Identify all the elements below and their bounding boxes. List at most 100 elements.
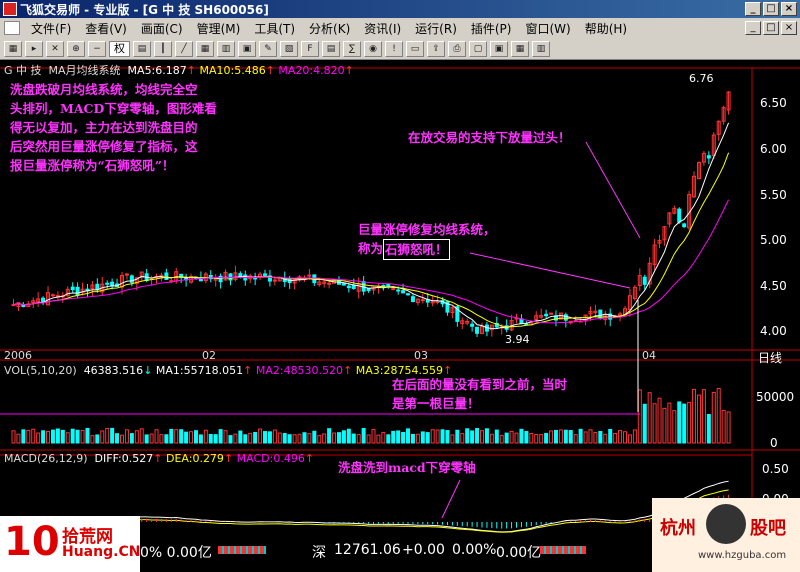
child-close-button[interactable]: × [781, 21, 797, 35]
maximize-button[interactable]: □ [763, 2, 779, 16]
scan-icon[interactable]: ◉ [364, 40, 382, 57]
menu-plugin[interactable]: 插件(P) [464, 20, 519, 37]
volume-bar [687, 401, 692, 444]
cross-icon[interactable]: ✕ [46, 40, 64, 57]
menu-analysis[interactable]: 分析(K) [302, 20, 357, 37]
formula-icon[interactable]: ∑ [343, 40, 361, 57]
watermark-left: 杭州 [660, 518, 696, 539]
f10-icon[interactable]: F [301, 40, 319, 57]
annotation-vol-1: 在后面的量没有看到之前，当时 [392, 377, 568, 392]
ma20-value: MA20:4.820 [278, 64, 345, 77]
ma20-line [13, 199, 730, 324]
volume-bar [80, 429, 85, 444]
annotation-boxed: 石狮怒吼！ [383, 239, 450, 260]
minus-icon[interactable]: − [88, 40, 106, 57]
volume-bar [706, 413, 711, 444]
cursor-icon[interactable]: ▸ [25, 40, 43, 57]
volume-bar [479, 430, 484, 444]
menu-screen[interactable]: 画面(C) [134, 20, 190, 37]
volume-bar [100, 430, 105, 444]
volume-bar [613, 432, 618, 444]
volume-bar [85, 427, 90, 444]
vol-value: 46383.516 [83, 364, 144, 377]
candle-body [307, 274, 312, 277]
date-label: 03 [414, 349, 428, 362]
export-icon[interactable]: ⇪ [427, 40, 445, 57]
candle-body [396, 289, 401, 292]
logo-number: 10 [4, 519, 60, 565]
menu-tools[interactable]: 工具(T) [247, 20, 302, 37]
volume-bar [174, 429, 179, 444]
screen-icon[interactable]: ▢ [469, 40, 487, 57]
minimize-button[interactable]: _ [745, 2, 761, 16]
period-label[interactable]: 日线 [758, 349, 782, 366]
annotation-line: 头排列，MACD下穿零轴，图形难看 [10, 101, 217, 116]
vol-params: VOL(5,10,20) [4, 364, 77, 377]
volume-bar [726, 411, 731, 444]
book-icon[interactable]: ▣ [238, 40, 256, 57]
candle-body [95, 283, 100, 291]
news-icon[interactable]: ▤ [322, 40, 340, 57]
volume-bar [327, 428, 332, 444]
arrow-line [441, 479, 461, 519]
close-button[interactable]: × [781, 2, 797, 16]
table-icon[interactable]: ▥ [217, 40, 235, 57]
line-icon[interactable]: ╱ [175, 40, 193, 57]
menu-file[interactable]: 文件(F) [24, 20, 78, 37]
volume-bar [573, 434, 578, 444]
price-tick: 5.50 [760, 188, 787, 202]
window-icon[interactable]: ▣ [490, 40, 508, 57]
window-title: 飞狐交易师 - 专业版 - [G 中 技 SH600056] [20, 2, 269, 17]
chart-icon[interactable]: ▧ [280, 40, 298, 57]
volume-bar [282, 432, 287, 444]
volume-bar [41, 430, 46, 444]
volume-bar [711, 391, 716, 444]
price-tick: 6.50 [760, 96, 787, 110]
volume-bar [248, 432, 253, 444]
volume-bar [716, 388, 721, 444]
zoom-icon[interactable]: ⊕ [67, 40, 85, 57]
menu-run[interactable]: 运行(R) [408, 20, 464, 37]
alert-icon[interactable]: ! [385, 40, 403, 57]
volume-bar [253, 431, 258, 444]
menu-help[interactable]: 帮助(H) [578, 20, 634, 37]
grid-icon[interactable]: ▦ [196, 40, 214, 57]
child-restore-button[interactable]: □ [763, 21, 779, 35]
price-tick: 4.00 [760, 324, 787, 338]
annotation-mid-prefix: 称为 [358, 241, 384, 256]
menu-manage[interactable]: 管理(M) [190, 20, 248, 37]
index-amount: 0.00亿 [496, 545, 542, 561]
high-price-mark: 6.76 [689, 72, 714, 85]
child-minimize-button[interactable]: _ [745, 21, 761, 35]
tile-icon[interactable]: ▦ [511, 40, 529, 57]
volume-bar [544, 432, 549, 444]
volume-bar [696, 394, 701, 444]
stats-icon[interactable]: ▥ [532, 40, 550, 57]
candle-body [75, 286, 80, 296]
volume-bar [184, 431, 189, 444]
volume-bar [642, 403, 647, 444]
monitor-icon[interactable]: ▭ [406, 40, 424, 57]
menu-bar: 文件(F) 查看(V) 画面(C) 管理(M) 工具(T) 分析(K) 资讯(I… [0, 18, 800, 38]
menu-info[interactable]: 资讯(I) [357, 20, 408, 37]
draw-icon[interactable]: ✎ [259, 40, 277, 57]
app-icon [3, 2, 17, 16]
diff-value: DIFF:0.527 [94, 452, 154, 465]
palette-icon[interactable]: ▦ [4, 40, 22, 57]
volume-bar [682, 403, 687, 444]
period-icon[interactable]: ▤ [133, 40, 151, 57]
volume-bar [292, 434, 297, 444]
volume-bar [593, 432, 598, 444]
volume-bar [332, 432, 337, 444]
volume-bar [208, 433, 213, 444]
menu-view[interactable]: 查看(V) [78, 20, 134, 37]
volume-bar [623, 431, 628, 444]
ma10-arrow: ↑ [265, 64, 275, 77]
rights-select[interactable]: 权 [109, 40, 130, 57]
diff-arrow: ↑ [153, 452, 163, 465]
menu-window[interactable]: 窗口(W) [518, 20, 577, 37]
kline-icon[interactable]: ┃ [154, 40, 172, 57]
print-icon[interactable]: ⎙ [448, 40, 466, 57]
volume-bar [415, 433, 420, 444]
volume-bar [297, 433, 302, 444]
